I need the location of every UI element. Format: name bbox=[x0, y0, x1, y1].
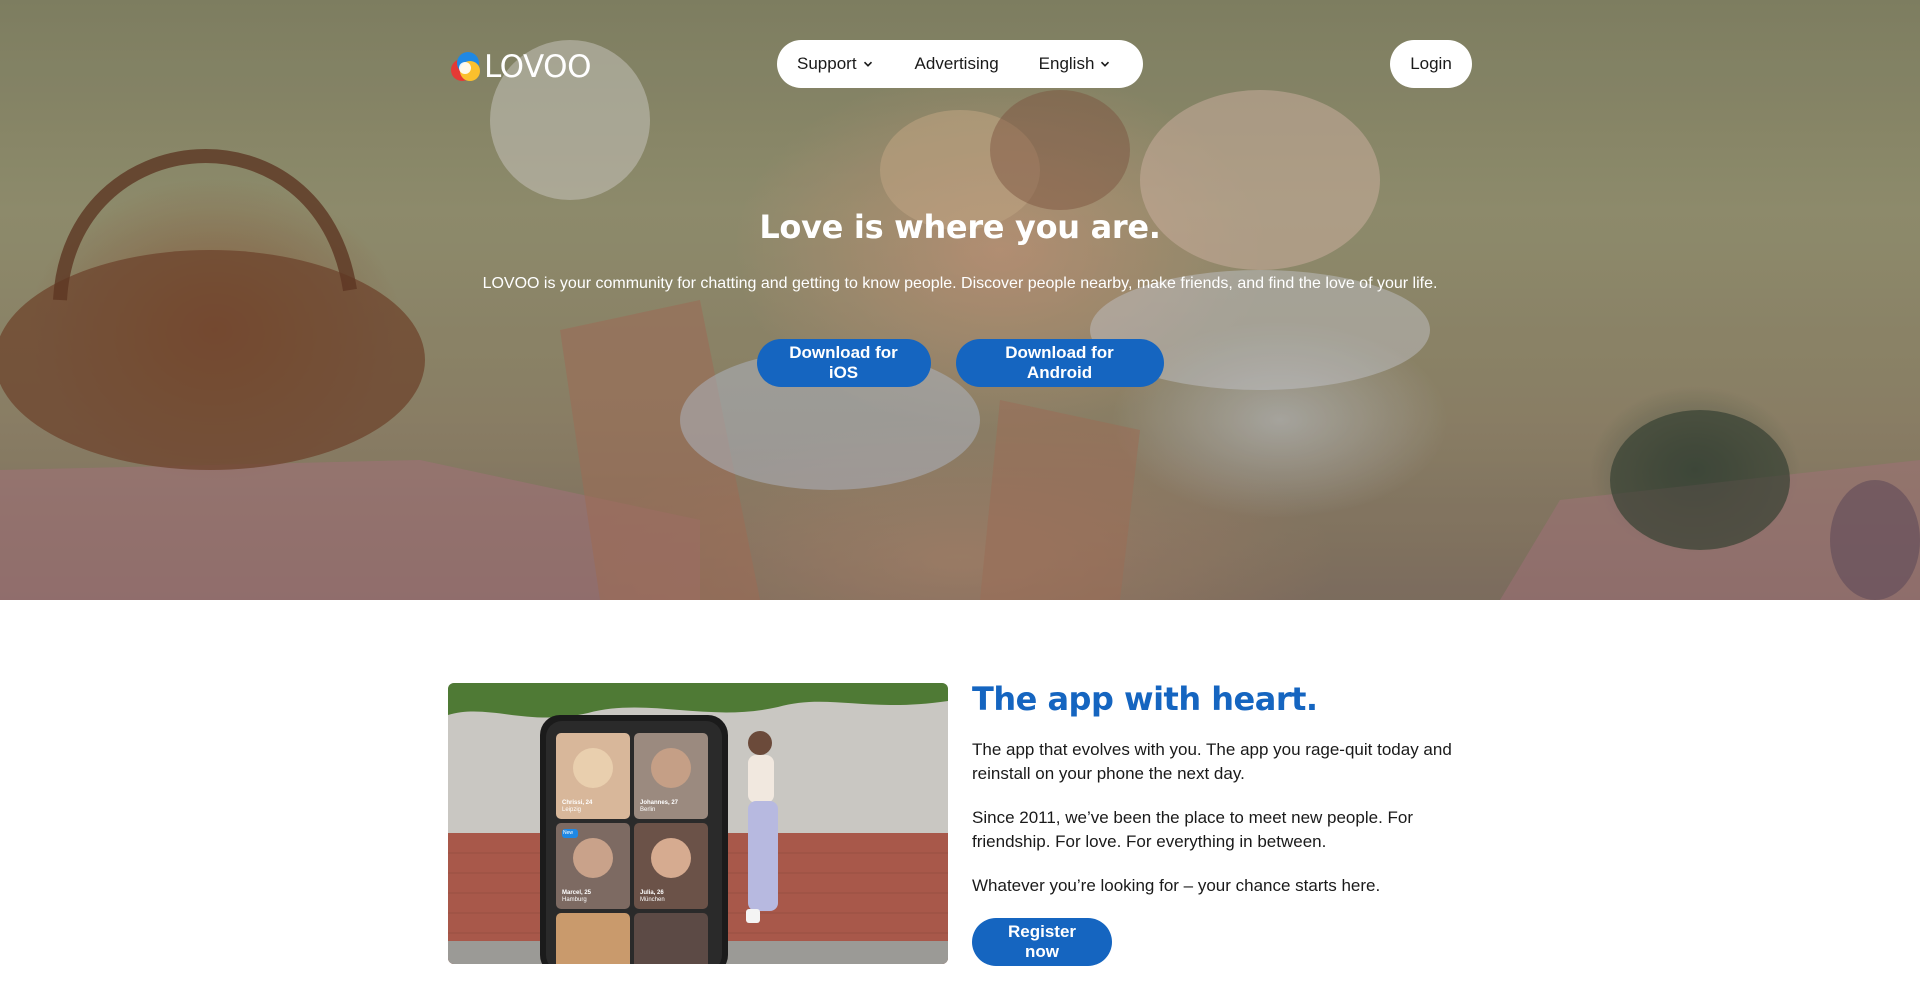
nav-advertising[interactable]: Advertising bbox=[915, 54, 999, 74]
download-ios-button[interactable]: Download for iOS bbox=[756, 339, 931, 387]
phone-profile-name: Johannes, 27 bbox=[640, 800, 679, 806]
download-android-button[interactable]: Download for Android bbox=[955, 339, 1164, 387]
feature-paragraph: The app that evolves with you. The app y… bbox=[972, 740, 1452, 783]
phone-profile-name: Chrissi, 24 bbox=[562, 800, 593, 806]
nav-language-label: English bbox=[1038, 54, 1095, 73]
phone-profile-card: Johannes, 27 Berlin bbox=[640, 800, 678, 814]
feature-paragraph: Since 2011, we’ve been the place to meet… bbox=[972, 808, 1414, 851]
hero-overlay bbox=[0, 0, 1920, 600]
logo-text: LOVOO bbox=[484, 49, 591, 85]
chevron-down-icon bbox=[1101, 61, 1110, 67]
register-now-button[interactable]: Register now bbox=[972, 918, 1112, 966]
phone-profile-city: Hamburg bbox=[562, 897, 587, 903]
feature-paragraph: Whatever you’re looking for – your chanc… bbox=[972, 876, 1381, 895]
phone-profile-name: Julia, 26 bbox=[640, 890, 664, 896]
chevron-down-icon bbox=[863, 61, 872, 67]
nav-support-label: Support bbox=[797, 54, 857, 73]
phone-profile-city: Berlin bbox=[640, 807, 656, 813]
hero-title: Love is where you are. bbox=[759, 208, 1161, 246]
lovoo-logo-mark-icon bbox=[451, 52, 480, 81]
phone-profile-card: Chrissi, 24 Leipzig bbox=[562, 800, 592, 814]
phone-profile-card: Marcel, 25 Hamburg bbox=[562, 890, 591, 904]
feature-title: The app with heart. bbox=[972, 680, 1318, 718]
lovoo-logo[interactable]: LOVOO bbox=[448, 47, 591, 87]
nav-advertising-label: Advertising bbox=[914, 54, 999, 73]
phone-profile-city: München bbox=[640, 897, 665, 903]
nav-support[interactable]: Support bbox=[797, 54, 873, 74]
main-nav: Support Advertising English bbox=[777, 40, 1143, 88]
app-promo-illustration bbox=[448, 683, 948, 964]
hero-description: LOVOO is your community for chatting and… bbox=[482, 275, 1438, 292]
hero-section: LOVOO Support Advertising English Login … bbox=[0, 0, 1920, 600]
phone-profile-city: Leipzig bbox=[562, 807, 582, 813]
phone-profile-card: Julia, 26 München bbox=[640, 890, 665, 904]
nav-language-select[interactable]: English bbox=[1039, 54, 1111, 74]
app-promo-image: Chrissi, 24 Leipzig Johannes, 27 Berlin … bbox=[448, 683, 948, 964]
login-button[interactable]: Login bbox=[1390, 40, 1472, 88]
download-buttons: Download for iOS Download for Android bbox=[0, 339, 1920, 387]
phone-new-badge: New bbox=[563, 830, 574, 836]
phone-profile-name: Marcel, 25 bbox=[562, 890, 592, 896]
